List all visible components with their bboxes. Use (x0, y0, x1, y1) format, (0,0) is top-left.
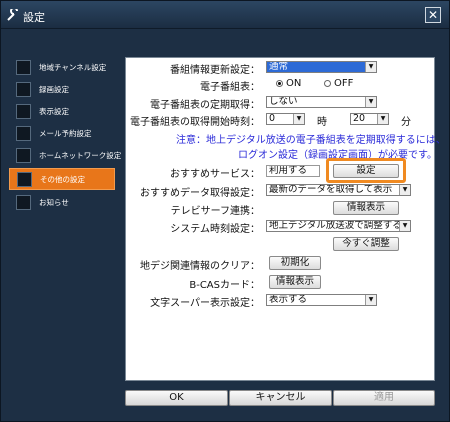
epg-off-label: OFF (334, 78, 354, 89)
info-icon (16, 195, 31, 210)
digital-clear-label: 地デジ関連情報のクリア： (140, 261, 260, 272)
telesurf-info-button[interactable]: 情報表示 (333, 201, 399, 215)
chevron-down-icon: ▼ (365, 295, 376, 305)
sidebar-item-label: ホームネットワーク設定 (39, 151, 122, 160)
chevron-down-icon: ▼ (365, 62, 376, 72)
close-button[interactable]: ✕ (425, 7, 441, 23)
epg-start-minute-select[interactable]: 20 ▼ (350, 113, 389, 125)
sidebar-item-display[interactable]: 表示設定 (9, 101, 115, 123)
sidebar-item-notices[interactable]: お知らせ (9, 192, 115, 214)
chevron-down-icon: ▼ (399, 185, 410, 195)
settings-window: 設定 ✕ 地域チャンネル設定 録画設定 表示設定 メール予約設定 ホームネットワ… (0, 0, 450, 422)
sidebar-item-label: お知らせ (39, 198, 69, 207)
recommend-data-select[interactable]: 最新のデータを取得して表示 ▼ (266, 184, 411, 196)
sidebar-item-label: メール予約設定 (39, 129, 92, 138)
footer-bar: OK キャンセル 適用 (125, 387, 435, 409)
super-text-value: 表示する (269, 294, 308, 305)
window-title: 設定 (23, 11, 45, 24)
sidebar: 地域チャンネル設定 録画設定 表示設定 メール予約設定 ホームネットワーク設定 … (9, 53, 121, 383)
chevron-down-icon: ▼ (365, 97, 376, 107)
system-clock-select[interactable]: 地上デジタル放送波で調整する ▼ (266, 220, 411, 232)
epg-label: 電子番組表： (200, 82, 260, 93)
super-text-select[interactable]: 表示する ▼ (266, 294, 377, 306)
settings-panel: 番組情報更新設定： 通常 ▼ 電子番組表： ON OFF 電子番組表の定期取得：… (125, 57, 446, 381)
sidebar-item-label: 表示設定 (39, 107, 69, 116)
epg-on-label: ON (286, 78, 302, 89)
recommend-service-label: おすすめサービス： (170, 169, 260, 180)
recommend-settings-button[interactable]: 設定 (333, 164, 399, 178)
chevron-down-icon: ▼ (377, 114, 388, 124)
sidebar-item-recording[interactable]: 録画設定 (9, 79, 115, 101)
epg-start-label: 電子番組表の取得開始時刻： (130, 117, 260, 128)
adjust-now-button[interactable]: 今すぐ調整 (333, 237, 399, 251)
globe-icon (16, 60, 31, 75)
chevron-down-icon: ▼ (399, 221, 410, 231)
record-icon (16, 82, 31, 97)
epg-periodic-select[interactable]: しない ▼ (266, 96, 377, 108)
epg-periodic-value: しない (269, 96, 298, 107)
hour-unit: 時 (317, 117, 327, 128)
apply-button[interactable]: 適用 (333, 390, 435, 406)
chevron-down-icon: ▼ (293, 114, 304, 124)
epg-off-radio[interactable]: OFF (324, 78, 353, 89)
mail-icon (16, 126, 31, 141)
epg-update-value: 通常 (269, 61, 289, 72)
epg-on-radio[interactable]: ON (276, 78, 301, 89)
epg-periodic-label: 電子番組表の定期取得： (150, 100, 260, 111)
sidebar-item-mail-reservation[interactable]: メール予約設定 (9, 123, 115, 145)
initialize-button[interactable]: 初期化 (269, 256, 321, 270)
sidebar-item-label: その他の設定 (40, 175, 85, 184)
display-icon (16, 104, 31, 119)
sidebar-item-other-settings[interactable]: その他の設定 (9, 168, 115, 190)
sidebar-item-label: 録画設定 (39, 85, 69, 94)
recommend-service-value: 利用する (266, 165, 320, 177)
bcas-info-button[interactable]: 情報表示 (269, 275, 321, 289)
cancel-button[interactable]: キャンセル (229, 390, 332, 406)
epg-note-line1: 注意：地上デジタル放送の電子番組表を定期取得するには、 (176, 135, 446, 146)
system-clock-label: システム時刻設定： (170, 224, 260, 235)
ok-button[interactable]: OK (125, 390, 228, 406)
title-bar: 設定 ✕ (1, 1, 449, 29)
epg-start-hour-select[interactable]: 0 ▼ (266, 113, 305, 125)
super-text-label: 文字スーパー表示設定： (150, 298, 260, 309)
radio-selected-icon (276, 80, 283, 87)
network-icon (16, 148, 31, 163)
recommend-data-label: おすすめデータ取得設定： (140, 188, 260, 199)
epg-start-hour-value: 0 (269, 113, 276, 124)
epg-start-minute-value: 20 (353, 113, 366, 124)
wrench-icon (7, 9, 18, 21)
sidebar-item-regional-channel[interactable]: 地域チャンネル設定 (9, 57, 115, 79)
radio-icon (324, 80, 331, 87)
minute-unit: 分 (401, 117, 411, 128)
system-clock-value: 地上デジタル放送波で調整する (269, 220, 402, 231)
sidebar-item-home-network[interactable]: ホームネットワーク設定 (9, 145, 121, 167)
epg-update-select[interactable]: 通常 ▼ (266, 61, 377, 73)
epg-update-label: 番組情報更新設定： (170, 65, 260, 76)
telesurf-label: テレビサーフ連携： (170, 206, 260, 217)
wrench-icon (17, 172, 32, 187)
recommend-data-value: 最新のデータを取得して表示 (269, 184, 393, 195)
bcas-label: B-CASカード： (189, 280, 260, 291)
sidebar-item-label: 地域チャンネル設定 (39, 63, 107, 72)
